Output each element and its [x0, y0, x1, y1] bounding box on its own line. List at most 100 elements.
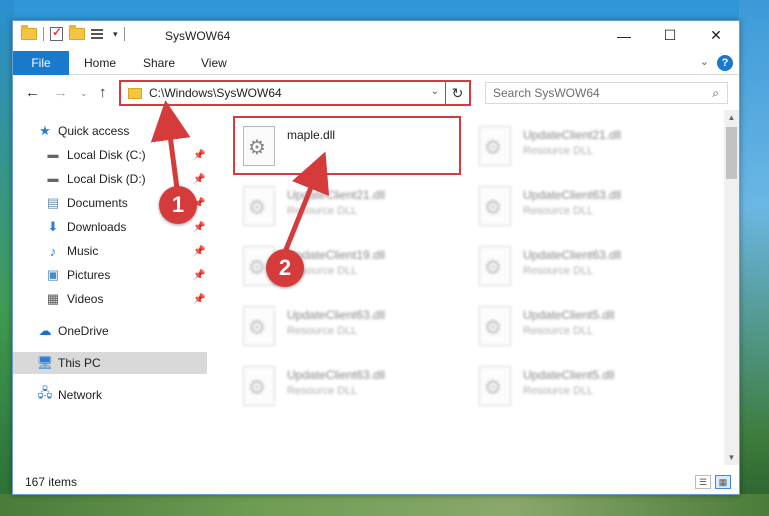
vertical-scrollbar[interactable]: ▲ ▼	[724, 110, 739, 465]
step-marker-1: 1	[159, 186, 197, 224]
file-name: UpdateClient63.dll	[523, 248, 622, 262]
window-title: SysWOW64	[165, 29, 231, 43]
file-type: Resource DLL	[523, 325, 594, 337]
details-view-icon[interactable]: ☰	[695, 475, 711, 489]
address-dropdown-icon[interactable]: ⌄	[431, 86, 439, 97]
title-bar: ▾ SysWOW64 — ☐ ✕	[13, 21, 739, 51]
sidebar-item-this-pc[interactable]: 🖥 This PC	[13, 352, 207, 374]
file-item[interactable]: UpdateClient63.dll Resource DLL	[235, 358, 465, 414]
address-path[interactable]: C:\Windows\SysWOW64	[149, 86, 282, 100]
step-marker-2: 2	[266, 249, 304, 287]
dll-file-icon	[243, 186, 275, 226]
address-bar[interactable]: C:\Windows\SysWOW64 ⌄ ↻	[119, 80, 471, 106]
tab-home[interactable]: Home	[84, 51, 116, 75]
qat-dropdown-icon[interactable]: ▾	[113, 29, 118, 40]
tiles-view-icon[interactable]: ▦	[715, 475, 731, 489]
help-icon[interactable]: ?	[717, 55, 733, 71]
maple-dll-highlight	[233, 116, 461, 175]
network-icon: 🖧	[37, 385, 53, 400]
search-icon[interactable]: ⌕	[712, 86, 719, 101]
sidebar-item-local-disk-c[interactable]: ▬ Local Disk (C:) 📌	[13, 144, 207, 166]
search-box[interactable]: ⌕	[485, 82, 728, 104]
documents-icon: ▤	[46, 195, 60, 210]
star-icon: ★	[39, 123, 51, 138]
navigation-bar: ← → ⌄ ↑ C:\Windows\SysWOW64 ⌄ ↻ ⌕	[13, 76, 739, 110]
drive-icon: ▬	[47, 173, 59, 185]
tab-view[interactable]: View	[201, 51, 227, 75]
file-item[interactable]: UpdateClient63.dll Resource DLL	[471, 178, 701, 234]
recent-locations-icon[interactable]: ⌄	[80, 88, 88, 99]
minimize-button[interactable]: —	[601, 21, 647, 50]
sidebar-item-onedrive[interactable]: ☁ OneDrive	[13, 320, 207, 342]
tab-file[interactable]: File	[13, 51, 69, 75]
up-arrow-icon[interactable]: ↑	[99, 84, 107, 101]
sidebar-item-label: OneDrive	[58, 324, 109, 338]
file-name: UpdateClient21.dll	[523, 128, 622, 142]
back-arrow-icon[interactable]: ←	[25, 84, 40, 101]
sidebar-item-label: Pictures	[67, 268, 111, 282]
scroll-up-icon[interactable]: ▲	[724, 110, 739, 125]
file-type: Resource DLL	[287, 205, 358, 217]
pin-icon: 📌	[193, 269, 206, 281]
pin-icon: 📌	[193, 149, 206, 161]
file-list: maple.dll UpdateClient21.dll Resource DL…	[209, 110, 724, 465]
close-button[interactable]: ✕	[693, 21, 739, 50]
dll-file-icon	[479, 246, 511, 286]
pictures-icon: ▣	[46, 267, 60, 282]
sidebar-item-videos[interactable]: ▦ Videos 📌	[13, 288, 207, 310]
sidebar-item-pictures[interactable]: ▣ Pictures 📌	[13, 264, 207, 286]
music-icon: ♪	[49, 243, 57, 259]
sidebar-item-label: Music	[67, 244, 99, 258]
file-type: Resource DLL	[523, 145, 594, 157]
dll-file-icon	[479, 126, 511, 166]
new-folder-icon[interactable]	[69, 25, 85, 40]
sidebar-item-label: Local Disk (C:)	[67, 148, 146, 162]
desktop-wallpaper-right	[739, 0, 769, 516]
dll-file-icon	[243, 366, 275, 406]
file-type: Resource DLL	[287, 325, 358, 337]
computer-icon: 🖥	[36, 355, 54, 370]
drive-icon: ▬	[47, 149, 59, 161]
maximize-button[interactable]: ☐	[647, 21, 693, 50]
sidebar-item-network[interactable]: 🖧 Network	[13, 384, 207, 406]
search-input[interactable]	[493, 86, 693, 100]
forward-arrow-icon[interactable]: →	[53, 84, 68, 101]
properties-check-icon[interactable]	[50, 25, 63, 41]
toolbar-separator	[43, 27, 44, 41]
scroll-down-icon[interactable]: ▼	[724, 450, 739, 465]
file-name: UpdateClient63.dll	[287, 308, 386, 322]
toolbar-separator	[123, 27, 125, 41]
navigation-pane: ★ Quick access ▬ Local Disk (C:) 📌 ▬ Loc…	[13, 110, 207, 465]
dll-file-icon	[479, 186, 511, 226]
sidebar-item-label: Downloads	[67, 220, 127, 234]
dll-file-icon	[479, 366, 511, 406]
desktop-wallpaper-bottom	[0, 494, 769, 516]
pin-icon: 📌	[193, 173, 206, 185]
file-item[interactable]: UpdateClient63.dll Resource DLL	[235, 298, 465, 354]
tab-share[interactable]: Share	[143, 51, 175, 75]
file-name: UpdateClient63.dll	[287, 368, 386, 382]
file-item[interactable]: UpdateClient5.dll Resource DLL	[471, 358, 701, 414]
refresh-button[interactable]: ↻	[445, 82, 469, 104]
folder-icon	[128, 87, 142, 99]
file-type: Resource DLL	[523, 265, 594, 277]
file-item[interactable]: UpdateClient63.dll Resource DLL	[471, 238, 701, 294]
customize-toolbar-icon[interactable]	[91, 27, 107, 41]
explorer-window: ▾ SysWOW64 — ☐ ✕ File Home Share View ⌄ …	[12, 20, 740, 495]
file-type: Resource DLL	[523, 205, 594, 217]
pin-icon: 📌	[193, 221, 206, 233]
file-item[interactable]: UpdateClient5.dll Resource DLL	[471, 298, 701, 354]
file-item[interactable]: UpdateClient21.dll Resource DLL	[235, 178, 465, 234]
dll-file-icon	[243, 306, 275, 346]
videos-icon: ▦	[46, 291, 60, 306]
file-type: Resource DLL	[287, 385, 358, 397]
sidebar-item-quick-access[interactable]: ★ Quick access	[13, 120, 207, 142]
ribbon-collapse-icon[interactable]: ⌄	[700, 55, 709, 68]
status-bar: 167 items ☰ ▦	[13, 471, 739, 494]
sidebar-item-label: Local Disk (D:)	[67, 172, 146, 186]
sidebar-item-label: Quick access	[58, 124, 130, 138]
ribbon: File Home Share View ⌄ ?	[13, 51, 739, 75]
file-item[interactable]: UpdateClient21.dll Resource DLL	[471, 118, 701, 174]
sidebar-item-music[interactable]: ♪ Music 📌	[13, 240, 207, 262]
scroll-thumb[interactable]	[726, 127, 737, 179]
